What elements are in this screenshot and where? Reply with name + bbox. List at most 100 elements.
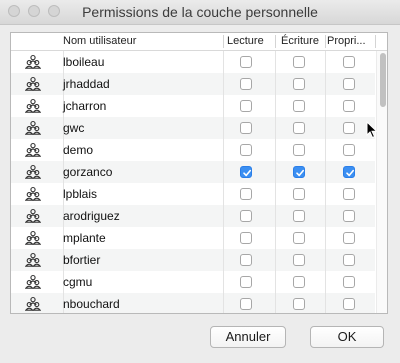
owner-permission-checkbox[interactable]: [343, 188, 355, 200]
owner-permission-checkbox[interactable]: [343, 298, 355, 310]
column-gridline: [325, 73, 326, 95]
column-gridline: [325, 51, 326, 73]
user-group-icon: [24, 120, 42, 136]
write-permission-checkbox[interactable]: [293, 188, 305, 200]
read-permission-checkbox[interactable]: [240, 100, 252, 112]
table-row[interactable]: cgmu: [11, 271, 375, 293]
column-gridline: [223, 249, 224, 271]
read-permission-checkbox[interactable]: [240, 254, 252, 266]
write-permission-checkbox[interactable]: [293, 144, 305, 156]
write-permission-checkbox[interactable]: [293, 232, 305, 244]
username-cell: bfortier: [63, 253, 101, 267]
username-cell: lboileau: [63, 55, 105, 69]
owner-permission-checkbox[interactable]: [343, 254, 355, 266]
column-gridline: [275, 249, 276, 271]
column-gridline: [325, 139, 326, 161]
read-permission-checkbox[interactable]: [240, 56, 252, 68]
column-gridline: [223, 95, 224, 117]
vertical-scrollbar[interactable]: [376, 51, 387, 313]
table-row[interactable]: mplante: [11, 227, 375, 249]
column-gridline: [223, 227, 224, 249]
read-permission-checkbox[interactable]: [240, 298, 252, 310]
write-permission-checkbox[interactable]: [293, 166, 305, 178]
table-row[interactable]: nbouchard: [11, 293, 375, 313]
user-group-icon: [24, 230, 42, 246]
username-cell: cgmu: [63, 275, 93, 289]
username-cell: demo: [63, 143, 94, 157]
column-header-user[interactable]: Nom utilisateur: [63, 33, 223, 50]
write-permission-checkbox[interactable]: [293, 276, 305, 288]
column-header-owner[interactable]: Propri...: [327, 33, 375, 50]
table-row[interactable]: demo: [11, 139, 375, 161]
owner-permission-checkbox[interactable]: [343, 122, 355, 134]
username-cell: lpblais: [63, 187, 98, 201]
column-gridline: [275, 139, 276, 161]
column-gridline: [275, 73, 276, 95]
scrollbar-thumb[interactable]: [380, 53, 386, 107]
table-row[interactable]: bfortier: [11, 249, 375, 271]
write-permission-checkbox[interactable]: [293, 56, 305, 68]
column-gridline: [325, 293, 326, 313]
read-permission-checkbox[interactable]: [240, 210, 252, 222]
column-gridline: [325, 95, 326, 117]
owner-permission-checkbox[interactable]: [343, 78, 355, 90]
write-permission-checkbox[interactable]: [293, 100, 305, 112]
owner-permission-checkbox[interactable]: [343, 144, 355, 156]
owner-permission-checkbox[interactable]: [343, 210, 355, 222]
write-permission-checkbox[interactable]: [293, 78, 305, 90]
owner-permission-checkbox[interactable]: [343, 100, 355, 112]
column-gridline: [223, 139, 224, 161]
table-row[interactable]: jcharron: [11, 95, 375, 117]
table-row[interactable]: lboileau: [11, 51, 375, 73]
owner-permission-checkbox[interactable]: [343, 232, 355, 244]
read-permission-checkbox[interactable]: [240, 144, 252, 156]
cancel-button[interactable]: Annuler: [210, 326, 286, 348]
write-permission-checkbox[interactable]: [293, 254, 305, 266]
column-gridline: [223, 73, 224, 95]
table-row[interactable]: gorzanco: [11, 161, 375, 183]
user-group-icon: [24, 252, 42, 268]
user-group-icon: [24, 54, 42, 70]
read-permission-checkbox[interactable]: [240, 188, 252, 200]
read-permission-checkbox[interactable]: [240, 122, 252, 134]
column-gridline: [223, 117, 224, 139]
read-permission-checkbox[interactable]: [240, 276, 252, 288]
column-header-write[interactable]: Écriture: [275, 33, 325, 50]
ok-button[interactable]: OK: [310, 326, 384, 348]
read-permission-checkbox[interactable]: [240, 166, 252, 178]
user-group-icon: [24, 296, 42, 312]
column-separator: [223, 35, 224, 48]
column-gridline: [325, 117, 326, 139]
write-permission-checkbox[interactable]: [293, 298, 305, 310]
table-row[interactable]: jrhaddad: [11, 73, 375, 95]
write-permission-checkbox[interactable]: [293, 210, 305, 222]
column-header-read[interactable]: Lecture: [227, 33, 275, 50]
column-separator: [375, 35, 376, 48]
column-gridline: [223, 161, 224, 183]
table-row[interactable]: lpblais: [11, 183, 375, 205]
username-cell: jrhaddad: [63, 77, 110, 91]
title-bar: Permissions de la couche personnelle: [0, 0, 400, 25]
user-group-icon: [24, 274, 42, 290]
username-cell: jcharron: [63, 99, 107, 113]
table-row[interactable]: arodriguez: [11, 205, 375, 227]
write-permission-checkbox[interactable]: [293, 122, 305, 134]
column-gridline: [223, 271, 224, 293]
username-cell: nbouchard: [63, 297, 120, 311]
column-gridline: [325, 161, 326, 183]
column-gridline: [325, 205, 326, 227]
table-row[interactable]: gwc: [11, 117, 375, 139]
column-gridline: [325, 183, 326, 205]
username-cell: mplante: [63, 231, 106, 245]
read-permission-checkbox[interactable]: [240, 232, 252, 244]
user-group-icon: [24, 208, 42, 224]
column-gridline: [223, 293, 224, 313]
owner-permission-checkbox[interactable]: [343, 276, 355, 288]
column-gridline: [275, 271, 276, 293]
column-gridline: [223, 183, 224, 205]
owner-permission-checkbox[interactable]: [343, 56, 355, 68]
read-permission-checkbox[interactable]: [240, 78, 252, 90]
owner-permission-checkbox[interactable]: [343, 166, 355, 178]
column-gridline: [275, 51, 276, 73]
username-cell: gorzanco: [63, 165, 113, 179]
